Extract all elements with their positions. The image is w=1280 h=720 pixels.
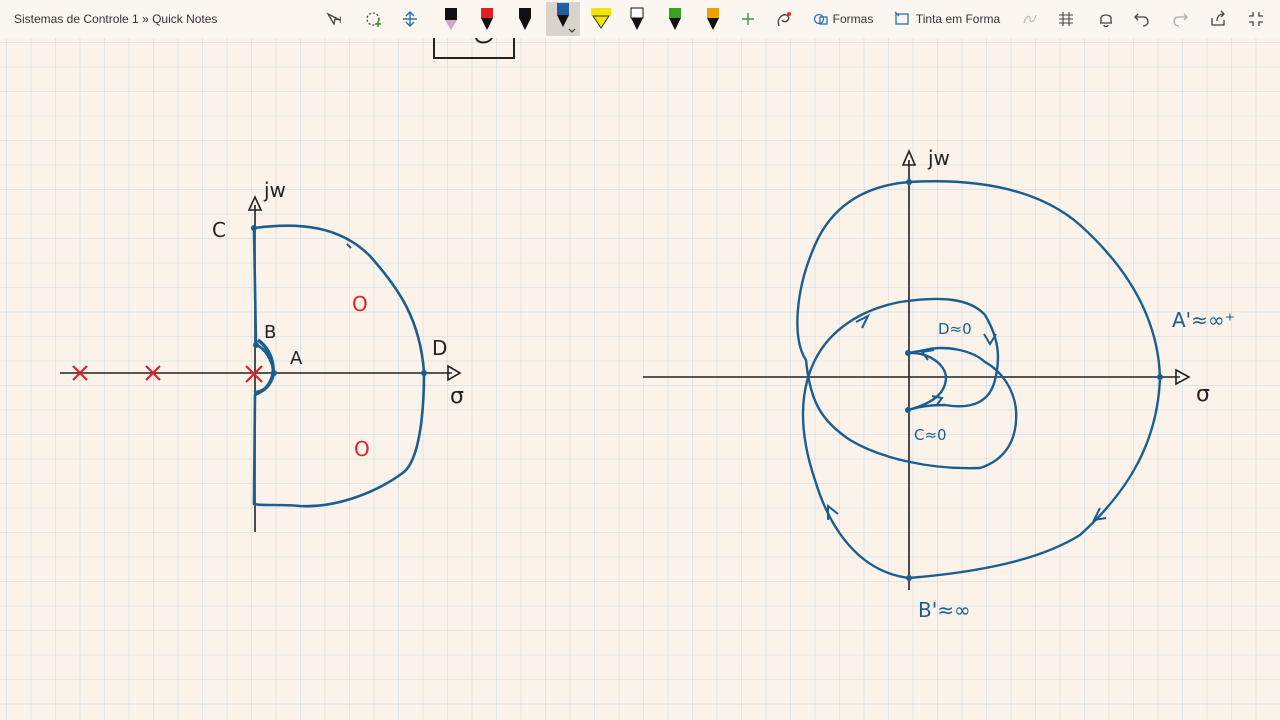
pen-black-white-icon[interactable]	[626, 6, 648, 32]
rule-lines-icon[interactable]	[1054, 6, 1078, 32]
right-point-a-prime	[1157, 374, 1163, 380]
redo-icon[interactable]	[1168, 6, 1192, 32]
right-point-d-zero	[905, 350, 911, 356]
shapes-label: Formas	[832, 12, 874, 26]
right-label-b-prime: B'≈∞	[918, 598, 971, 622]
pen-green-icon[interactable]	[664, 6, 686, 32]
left-sigma-label: σ	[450, 384, 464, 409]
notification-bell-icon[interactable]	[1094, 6, 1118, 32]
right-nyquist-inner	[796, 180, 1018, 470]
pen-orange-icon[interactable]	[702, 6, 724, 32]
left-point-d	[421, 370, 427, 376]
add-pen-icon[interactable]	[738, 6, 758, 32]
pen-blue-selected-icon[interactable]	[546, 2, 580, 36]
direction-arrow	[983, 333, 997, 346]
right-point-top	[906, 179, 912, 185]
pen-red-icon[interactable]	[476, 6, 498, 32]
left-point-b	[253, 342, 259, 348]
ink-to-shape-label: Tinta em Forma	[915, 12, 1001, 26]
right-point-b-prime	[906, 575, 912, 581]
share-icon[interactable]	[1206, 6, 1230, 32]
ink-to-shape-icon	[894, 11, 909, 25]
left-nyquist-contour	[252, 224, 426, 508]
left-label-c: C	[212, 218, 226, 242]
add-space-icon[interactable]	[398, 6, 422, 32]
left-label-a: A	[290, 348, 303, 369]
note-canvas[interactable]: jw σ C B A D O O jw σ A'≈∞⁺ B'≈∞ C≈0 D≈0	[0, 38, 1280, 720]
ink-to-shape-button[interactable]: Tinta em Forma	[892, 6, 1002, 32]
right-label-d-zero: D≈0	[938, 320, 972, 338]
left-point-a	[271, 370, 277, 376]
ink-replay-icon[interactable]	[772, 6, 796, 32]
undo-icon[interactable]	[1130, 6, 1154, 32]
right-nyquist-outer	[801, 180, 1162, 580]
right-label-a-prime: A'≈∞⁺	[1172, 308, 1236, 332]
shapes-button[interactable]: Formas	[812, 6, 874, 32]
ink-to-math-icon[interactable]	[1018, 6, 1042, 32]
zero-marker: O	[354, 437, 370, 461]
right-point-c-zero	[905, 407, 911, 413]
partial-box-stroke	[433, 38, 515, 59]
left-indentation-arc	[253, 338, 275, 395]
right-sigma-label: σ	[1196, 382, 1210, 407]
ribbon-toolbar: Sistemas de Controle 1 » Quick Notes I F…	[0, 0, 1280, 39]
lasso-select-icon[interactable]: I	[324, 6, 348, 32]
left-label-d: D	[432, 336, 448, 360]
left-direction-tick	[346, 243, 352, 249]
lasso-add-icon[interactable]	[362, 6, 386, 32]
pen-black-pink-icon[interactable]	[440, 6, 462, 32]
right-jw-label: jw	[928, 146, 950, 170]
exit-fullscreen-icon[interactable]	[1244, 6, 1268, 32]
highlighter-yellow-icon[interactable]	[588, 6, 614, 32]
right-label-c-zero: C≈0	[914, 426, 947, 444]
ink-drawing	[60, 38, 1191, 590]
pen-black-icon[interactable]	[514, 6, 536, 32]
shapes-icon	[813, 13, 828, 25]
left-label-b: B	[264, 322, 277, 343]
left-point-c	[251, 225, 257, 231]
breadcrumb[interactable]: Sistemas de Controle 1 » Quick Notes	[14, 12, 217, 26]
left-jw-label: jw	[264, 178, 286, 202]
pole-marker	[245, 365, 263, 383]
svg-text:I: I	[339, 16, 342, 26]
zero-marker: O	[352, 292, 368, 316]
